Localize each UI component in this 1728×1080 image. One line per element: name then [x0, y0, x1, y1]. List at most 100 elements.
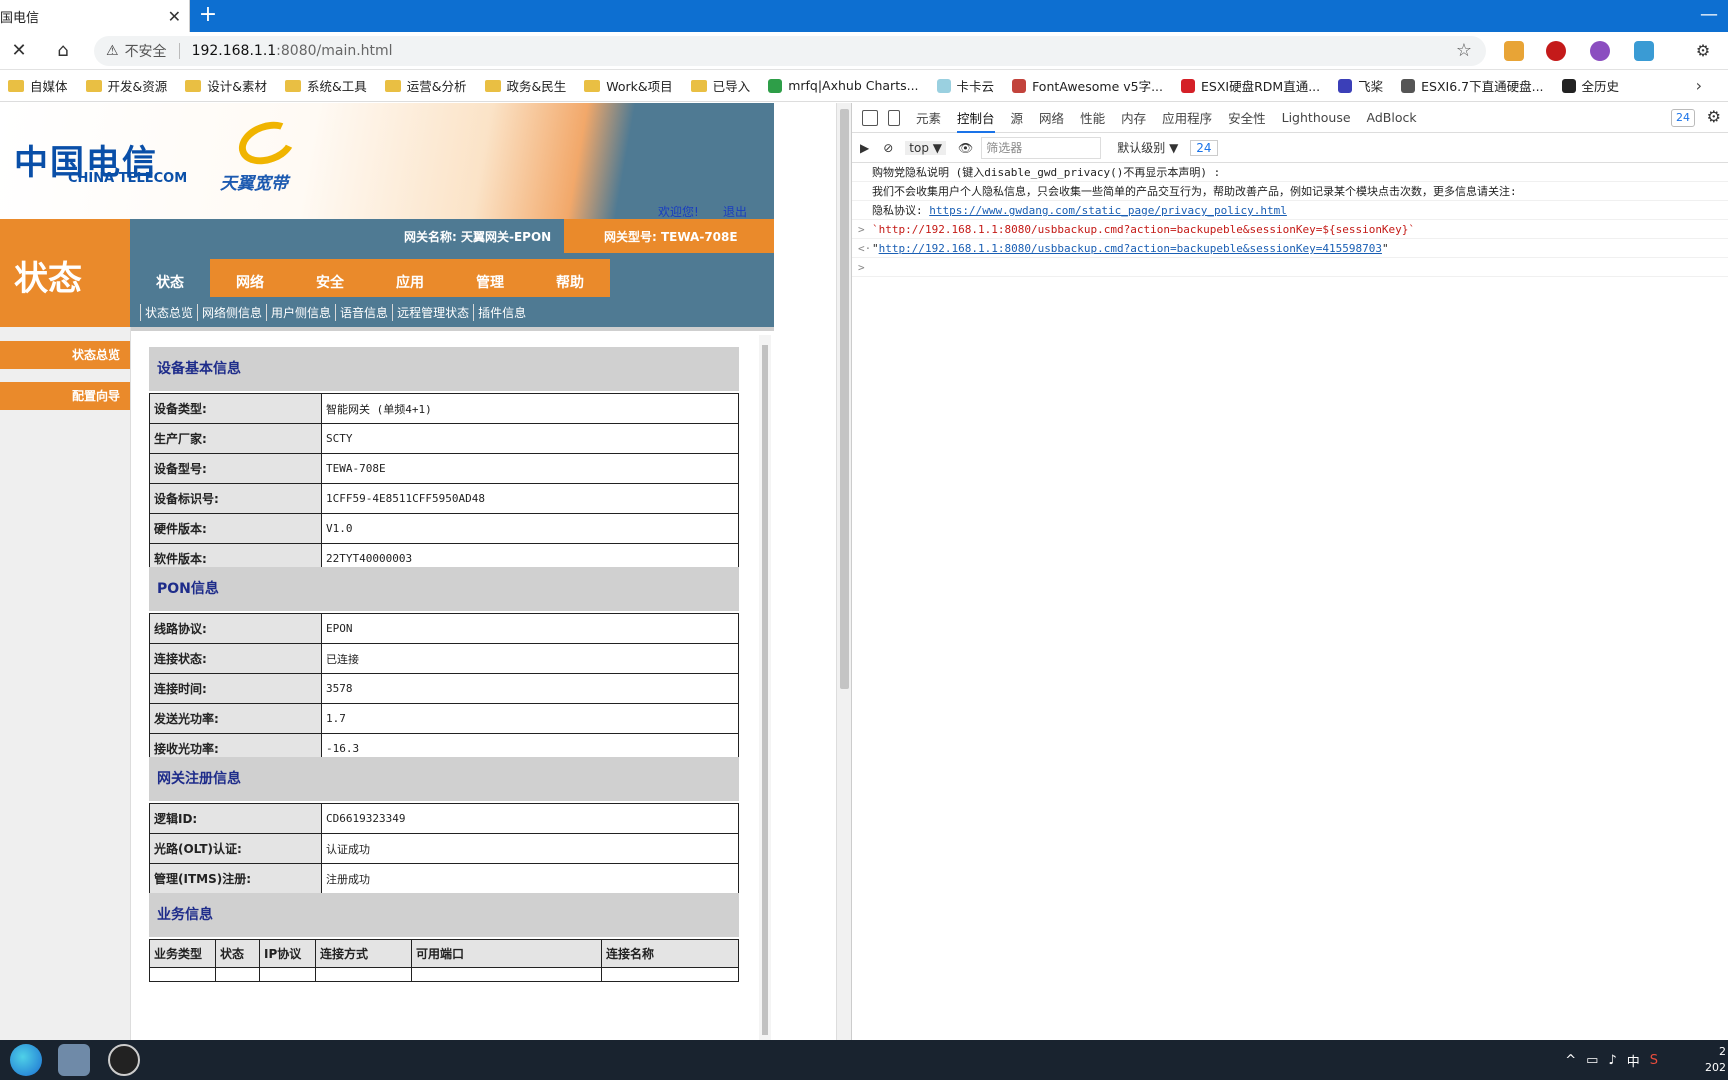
minimize-button[interactable]: — — [1700, 4, 1718, 25]
security-label[interactable]: 不安全 — [125, 41, 167, 61]
folder-icon — [285, 79, 302, 92]
logout-link[interactable]: 退出 — [723, 203, 747, 220]
biz-col-name: 连接名称 — [601, 939, 739, 968]
row-value: CD6619323349 — [321, 803, 739, 834]
ime-indicator[interactable]: 中 — [1627, 1051, 1640, 1070]
settings-gear-icon[interactable]: ⚙ — [1707, 107, 1721, 126]
tab-performance[interactable]: 性能 — [1080, 108, 1105, 127]
tab-sources[interactable]: 源 — [1011, 108, 1024, 127]
tab-console[interactable]: 控制台 — [957, 108, 995, 133]
subnav-remote-status[interactable]: 远程管理状态 — [392, 303, 473, 321]
nav-tab-security[interactable]: 安全 — [290, 259, 370, 297]
bookmark-item[interactable]: FontAwesome v5字... — [1012, 76, 1163, 95]
extension-icon[interactable] — [1546, 41, 1566, 61]
profile-icon[interactable]: ⚙ — [1690, 38, 1716, 64]
tab-elements[interactable]: 元素 — [916, 108, 941, 127]
gateway-model: 网关型号: TEWA-708E — [604, 230, 738, 244]
stop-icon[interactable]: ✕ — [6, 38, 32, 64]
row-label: 连接时间: — [149, 673, 322, 704]
bookmark-item[interactable]: 政务&民生 — [484, 76, 566, 95]
bookmark-item[interactable]: 卡卡云 — [936, 76, 994, 95]
bookmark-item[interactable]: 开发&资源 — [85, 76, 167, 95]
clear-console-icon[interactable]: ⊘ — [883, 141, 893, 155]
content-scroll-thumb[interactable] — [762, 345, 768, 1035]
bookmark-item[interactable]: mrfq|Axhub Charts... — [768, 78, 919, 93]
inspect-icon[interactable] — [862, 109, 878, 126]
sidebar-item-wizard[interactable]: 配置向导 — [0, 382, 130, 410]
subnav-plugin-info[interactable]: 插件信息 — [473, 303, 530, 321]
extension-icon[interactable] — [1590, 41, 1610, 61]
address-bar[interactable]: ⚠ 不安全 192.168.1.1 :8080/main.html ☆ — [94, 36, 1486, 66]
subnav-network-info[interactable]: 网络侧信息 — [197, 303, 266, 321]
welcome-link[interactable]: 欢迎您! — [658, 203, 699, 220]
biz-header-row: 业务类型 状态 IP协议 连接方式 可用端口 连接名称 — [149, 939, 739, 968]
log-level-select[interactable]: 默认级别 ▼ — [1117, 139, 1178, 156]
tab-lighthouse[interactable]: Lighthouse — [1282, 110, 1351, 125]
site-favicon-icon — [936, 78, 951, 93]
filter-input[interactable]: 筛选器 — [981, 136, 1102, 159]
extension-icon[interactable] — [1634, 41, 1654, 61]
sidebar-item-overview[interactable]: 状态总览 — [0, 341, 130, 369]
console-text: " — [872, 242, 879, 255]
bookmark-item[interactable]: ESXI6.7下直通硬盘... — [1401, 76, 1544, 95]
bookmark-item[interactable]: 系统&工具 — [285, 76, 367, 95]
device-toggle-icon[interactable] — [888, 109, 900, 126]
sogou-ime-icon[interactable]: S — [1650, 1053, 1658, 1068]
page-scrollbar[interactable] — [836, 103, 851, 1040]
bookmark-star-icon[interactable]: ☆ — [1456, 40, 1472, 61]
pon-info-table: 线路协议: EPON 连接状态: 已连接 连接时间: 3578 发送光功率: 1.7 接收光功率… — [149, 613, 739, 764]
bookmark-label: FontAwesome v5字... — [1032, 79, 1164, 94]
bookmark-item[interactable]: 已导入 — [690, 76, 750, 95]
nav-tab-status[interactable]: 状态 — [130, 259, 210, 297]
issues-badge[interactable]: 24 — [1671, 109, 1695, 127]
tray-expand-icon[interactable]: ^ — [1565, 1053, 1576, 1068]
bookmark-label: 全历史 — [1581, 79, 1620, 94]
tab-memory[interactable]: 内存 — [1121, 108, 1146, 127]
tab-close-icon[interactable]: ✕ — [168, 7, 181, 26]
tab-network[interactable]: 网络 — [1039, 108, 1064, 127]
console-link[interactable]: http://192.168.1.1:8080/usbbackup.cmd?ac… — [879, 242, 1382, 255]
home-icon[interactable]: ⌂ — [50, 38, 76, 64]
console-link[interactable]: https://www.gwdang.com/static_page/priva… — [929, 204, 1287, 217]
subnav-user-info[interactable]: 用户侧信息 — [266, 303, 335, 321]
nav-tab-apps[interactable]: 应用 — [370, 259, 450, 297]
obs-icon[interactable] — [108, 1044, 140, 1076]
issues-counter[interactable]: 24 — [1190, 139, 1218, 156]
system-clock[interactable]: 2 202 — [1705, 1044, 1726, 1076]
subnav-voice-info[interactable]: 语音信息 — [335, 303, 392, 321]
tab-application[interactable]: 应用程序 — [1162, 108, 1212, 127]
network-icon[interactable]: ▭ — [1586, 1053, 1598, 1068]
bookmark-item[interactable]: ESXI硬盘RDM直通... — [1181, 76, 1320, 95]
nav-tab-network[interactable]: 网络 — [210, 259, 290, 297]
bookmark-label: 运营&分析 — [406, 79, 467, 94]
tab-adblock[interactable]: AdBlock — [1367, 110, 1417, 125]
bookmark-item[interactable]: 飞桨 — [1338, 76, 1383, 95]
volume-icon[interactable]: ♪ — [1608, 1053, 1616, 1068]
bookmark-item[interactable]: 设计&素材 — [185, 76, 267, 95]
folder-icon — [690, 79, 707, 92]
extension-icon[interactable] — [1504, 41, 1524, 61]
nav-tab-help[interactable]: 帮助 — [530, 259, 610, 297]
context-select[interactable]: top ▼ — [905, 140, 947, 155]
taskbar: ^ ▭ ♪ 中 S 2 202 — [0, 1040, 1728, 1080]
page-scroll-thumb[interactable] — [840, 109, 849, 689]
notepad-icon[interactable] — [58, 1044, 90, 1076]
edge-browser-icon[interactable] — [10, 1044, 42, 1076]
browser-tab[interactable]: 国电信 ✕ — [0, 0, 190, 32]
bookmark-item[interactable]: Work&项目 — [584, 76, 673, 95]
bookmark-item[interactable]: 运营&分析 — [384, 76, 467, 95]
row-label: 设备标识号: — [149, 483, 322, 514]
live-expression-eye-icon[interactable]: 👁 — [958, 141, 973, 155]
new-tab-button[interactable]: + — [196, 2, 220, 27]
site-favicon-icon — [1338, 78, 1353, 93]
bookmark-item[interactable]: 全历史 — [1561, 76, 1620, 95]
table-row: 硬件版本: V1.0 — [149, 513, 739, 544]
nav-tab-manage[interactable]: 管理 — [450, 259, 530, 297]
bookmark-item[interactable]: 自媒体 — [8, 76, 68, 95]
table-row: 管理(ITMS)注册: 注册成功 — [149, 863, 739, 894]
subnav-overview[interactable]: 状态总览 — [140, 303, 197, 321]
more-bookmarks-icon[interactable]: › — [1696, 76, 1702, 95]
tab-security[interactable]: 安全性 — [1228, 108, 1266, 127]
biz-col-type: 业务类型 — [149, 939, 216, 968]
sidebar-toggle-icon[interactable]: ▶ — [860, 141, 869, 155]
